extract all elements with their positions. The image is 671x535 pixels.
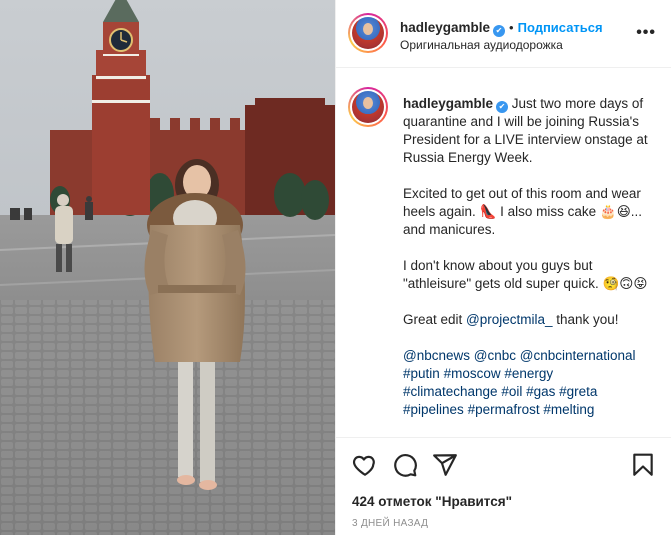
mention-link[interactable]: @cnbc [474,348,516,363]
hashtag-link[interactable]: #putin [403,366,440,381]
mention-link[interactable]: @cnbcinternational [520,348,636,363]
avatar[interactable] [348,13,388,53]
separator-dot: • [509,20,514,35]
hashtag-link[interactable]: #energy [504,366,553,381]
hashtag-link[interactable]: #permafrost [468,402,540,417]
heart-icon[interactable] [352,452,378,478]
share-icon[interactable] [432,452,458,478]
hashtag-link[interactable]: #pipelines [403,402,464,417]
caption-avatar[interactable] [348,87,388,127]
post-details-panel: hadleygamble ✔ • Подписаться Оригинальная а… [335,0,671,535]
mention-link[interactable]: @nbcnews [403,348,470,363]
tags-block: @nbcnews @cnbc @cnbcinternational #putin… [403,347,661,419]
caption-paragraph-3: I don't know about you guys but "athleis… [403,258,648,291]
mention-link[interactable]: @projectmila_ [466,312,552,327]
caption-verified-icon: ✔ [496,101,509,113]
follow-button[interactable]: Подписаться [518,20,603,35]
username-link[interactable]: hadleygamble [400,20,490,35]
post-actions: 424 отметок "Нравится" 3 дней назад [336,437,671,535]
hashtag-link[interactable]: #oil [501,384,522,399]
caption-paragraph-4: Great edit [403,312,467,327]
bookmark-icon[interactable] [630,452,656,478]
hashtag-link[interactable]: #climatechange [403,384,498,399]
caption-paragraph-2: Excited to get out of this room and wear… [403,186,643,237]
likes-count[interactable]: 424 отметок "Нравится" [352,494,512,509]
video-frame [0,0,335,535]
hashtag-link[interactable]: #gas [526,384,555,399]
more-options-icon[interactable]: ••• [636,24,656,42]
post-timestamp[interactable]: 3 дней назад [352,518,428,529]
audio-label[interactable]: Оригинальная аудиодорожка [400,38,563,52]
caption-area: hadleygamble ✔ Just two more days of quar… [336,69,671,437]
caption: hadleygamble ✔ Just two more days of quar… [403,95,661,419]
post-header: hadleygamble ✔ • Подписаться Оригинальная а… [336,0,671,68]
caption-username[interactable]: hadleygamble [403,96,493,111]
post-video[interactable] [0,0,335,535]
hashtag-link[interactable]: #melting [543,402,594,417]
verified-icon: ✔ [493,25,506,37]
comment-icon[interactable] [392,452,418,478]
header-user-line: hadleygamble ✔ • Подписаться [400,19,603,37]
hashtag-link[interactable]: #greta [559,384,597,399]
hashtag-link[interactable]: #moscow [444,366,501,381]
caption-paragraph-4-end: thank you! [552,312,619,327]
